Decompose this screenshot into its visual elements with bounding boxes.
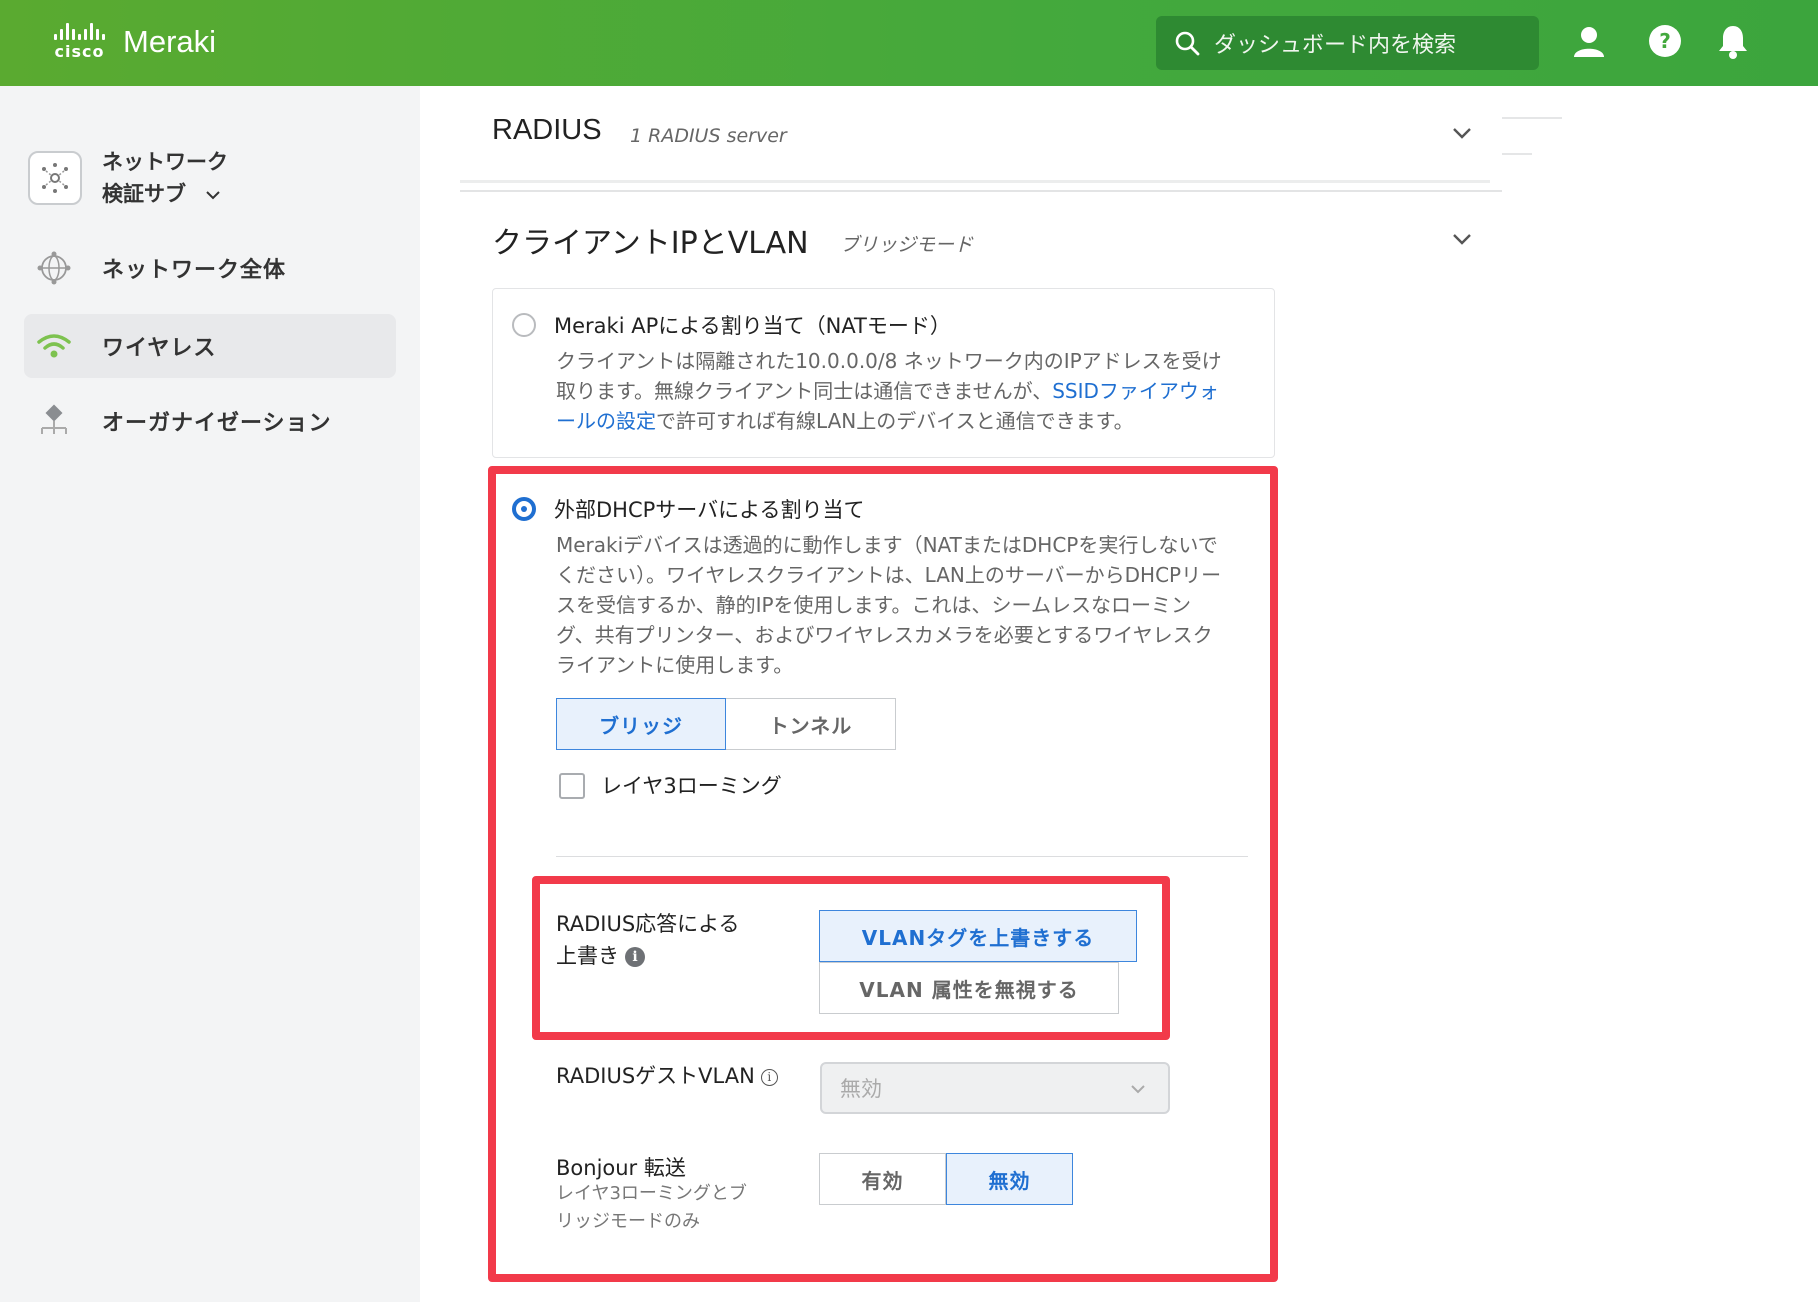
search-placeholder: ダッシュボード内を検索 [1214,33,1457,58]
sidebar-item-label: ワイヤレス [102,336,217,361]
desc-line: Merakiデバイスは透過的に動作します（NATまたはDHCPを実行しないで [556,533,1218,557]
top-bar: cisco Meraki ダッシュボード内を検索 ? [0,0,1818,86]
sidebar-item-network-wide[interactable]: ネットワーク全体 [24,236,396,300]
sublabel-line: レイヤ3ローミングとブ [556,1183,747,1204]
radius-guest-vlan-label: RADIUSゲストVLAN i [556,1060,778,1092]
divider [556,856,1248,857]
label-line: RADIUS応答による [556,912,740,936]
override-vlan-tag-button[interactable]: VLANタグを上書きする [819,910,1137,962]
info-icon[interactable]: i [625,947,645,967]
nat-mode-title: Meraki APによる割り当て（NATモード） [554,314,951,338]
client-ip-section-title: クライアントIPとVLAN [492,226,809,261]
network-label: ネットワーク [102,150,228,174]
search-input[interactable]: ダッシュボード内を検索 [1156,16,1539,70]
info-icon[interactable]: i [760,1068,778,1086]
desc-line: クライアントは隔離された10.0.0.0/8 ネットワーク内のIPアドレスを受け [556,349,1222,373]
external-dhcp-radio[interactable] [512,497,536,521]
network-selector[interactable]: ネットワーク 検証サブ [28,146,228,210]
search-icon [1175,31,1200,56]
external-dhcp-description: Merakiデバイスは透過的に動作します（NATまたはDHCPを実行しないで く… [556,530,1256,680]
select-value: 無効 [840,1077,882,1101]
organization-icon [36,403,72,439]
chevron-down-icon [1131,1085,1145,1094]
sidebar: ネットワーク 検証サブ ネットワーク全体 ワイヤレス オーガナイゼーション [0,86,420,1302]
bonjour-sublabel: レイヤ3ローミングとブ リッジモードのみ [556,1180,747,1236]
divider [1502,153,1532,155]
help-icon[interactable]: ? [1646,22,1684,60]
radius-override-label: RADIUS応答による 上書き i [556,908,740,972]
sidebar-item-label: ネットワーク全体 [102,258,287,283]
svg-text:?: ? [1659,29,1671,53]
brand-name: Meraki [123,23,217,59]
external-dhcp-title: 外部DHCPサーバによる割り当て [554,498,865,522]
mode-toggle: ブリッジ トンネル [556,698,896,750]
layer3-roaming-label: レイヤ3ローミング [601,774,782,798]
bonjour-toggle: 有効 無効 [819,1153,1073,1205]
cisco-meraki-logo[interactable]: cisco Meraki [54,22,216,61]
radius-guest-vlan-select[interactable]: 無効 [820,1062,1170,1114]
sidebar-item-wireless[interactable]: ワイヤレス [24,314,396,378]
nat-mode-radio[interactable] [512,313,536,337]
ssid-firewall-link[interactable]: SSIDファイアウォ [1052,379,1219,403]
section-divider [460,180,1490,183]
tunnel-mode-button[interactable]: トンネル [726,698,896,750]
desc-line: グ、共有プリンター、およびワイヤレスカメラを必要とするワイヤレスク [556,623,1213,647]
sublabel-line: リッジモードのみ [556,1211,700,1232]
bell-icon[interactable] [1714,22,1752,60]
user-icon[interactable] [1570,22,1608,60]
section-divider [460,190,1502,192]
layer3-roaming-checkbox[interactable] [559,773,585,799]
radius-section-title: RADIUS [492,114,602,146]
nat-mode-description: クライアントは隔離された10.0.0.0/8 ネットワーク内のIPアドレスを受け… [556,346,1256,436]
sidebar-item-organization[interactable]: オーガナイゼーション [24,389,396,453]
desc-line: ください）。ワイヤレスクライアントは、LAN上のサーバーからDHCPリー [556,563,1222,587]
cisco-logo: cisco [54,22,105,61]
bonjour-disable-button[interactable]: 無効 [946,1153,1073,1205]
label-line: 上書き [556,944,619,968]
network-wide-icon [36,250,72,286]
ignore-vlan-attribute-button[interactable]: VLAN 属性を無視する [819,962,1119,1014]
wifi-icon [36,328,72,364]
chevron-down-icon[interactable] [1451,126,1473,140]
chevron-down-icon [206,191,221,200]
desc-text: 取ります。無線クライアント同士は通信できませんが、 [556,379,1053,403]
bridge-mode-button[interactable]: ブリッジ [556,698,726,750]
sidebar-item-label: オーガナイゼーション [102,411,332,436]
ssid-firewall-link[interactable]: ールの設定 [556,409,656,433]
bonjour-enable-button[interactable]: 有効 [819,1153,946,1205]
label-text: RADIUSゲストVLAN [556,1064,755,1088]
client-ip-section-subtitle: ブリッジモード [840,234,974,256]
chevron-down-icon[interactable] [1451,232,1473,246]
radius-section-subtitle: 1 RADIUS server [630,125,787,147]
network-icon [28,151,82,205]
network-name: 検証サブ [102,182,186,206]
cisco-wordmark: cisco [54,42,105,61]
divider [1502,117,1562,119]
desc-line: スを受信するか、静的IPを使用します。これは、シームレスなローミン [556,593,1191,617]
desc-line: ライアントに使用します。 [556,653,794,677]
desc-text: で許可すれば有線LAN上のデバイスと通信できます。 [656,409,1134,433]
